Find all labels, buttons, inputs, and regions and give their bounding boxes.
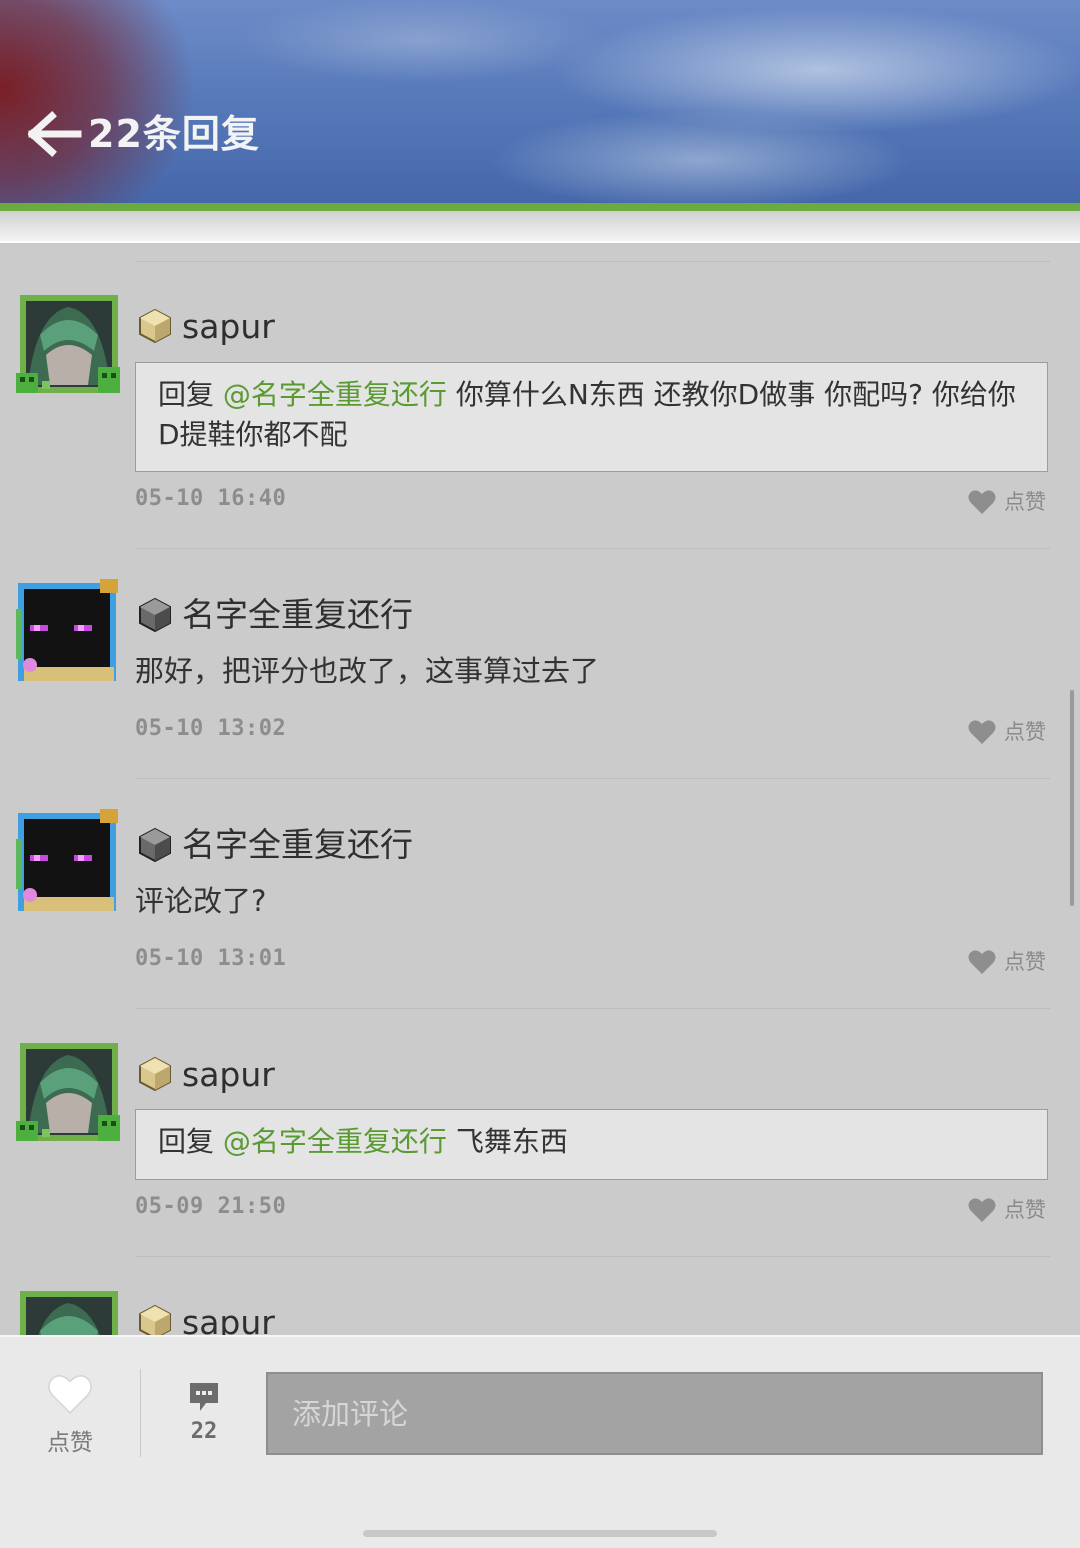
heart-icon [968, 950, 996, 974]
comment-count-button[interactable]: 22 [178, 1377, 230, 1447]
divider [135, 778, 1050, 779]
anime-girl-avatar[interactable] [16, 295, 120, 399]
anime-girl-avatar[interactable] [16, 1043, 120, 1147]
like-label: 点赞 [1004, 1198, 1046, 1222]
separator [140, 1369, 141, 1457]
post-like-label: 点赞 [47, 1430, 93, 1456]
scrollbar[interactable] [1070, 690, 1074, 906]
anime-girl-avatar[interactable] [16, 1291, 120, 1335]
gold-block-icon [139, 1304, 171, 1335]
like-label: 点赞 [1004, 720, 1046, 744]
comment-text: 回复 @名字全重复还行 你算什么N东西 还教你D做事 你配吗? 你给你D提鞋你都… [135, 362, 1048, 472]
header-shadow-bar [0, 211, 1080, 243]
like-button[interactable]: 点赞 [968, 716, 1052, 748]
username[interactable]: sapur [182, 305, 275, 349]
comment-timestamp: 05-10 13:01 [135, 946, 287, 971]
heart-icon [968, 490, 996, 514]
header-accent-bar [0, 203, 1080, 211]
comment-input[interactable] [266, 1372, 1043, 1455]
heart-icon [968, 720, 996, 744]
divider [135, 261, 1050, 262]
comment-count: 22 [190, 1419, 218, 1444]
header: 22条回复 [0, 0, 1080, 203]
comment-text: 回复 @名字全重复还行 飞舞东西 [135, 1109, 1048, 1180]
bottom-bar: 点赞 22 [0, 1335, 1080, 1548]
page-title: 22条回复 [88, 112, 260, 156]
reply-prefix: 回复 [158, 378, 215, 411]
mention-link[interactable]: @名字全重复还行 [223, 1125, 447, 1158]
comment-timestamp: 05-10 13:02 [135, 716, 287, 741]
stone-block-icon [139, 597, 171, 633]
username[interactable]: 名字全重复还行 [182, 823, 413, 867]
divider [135, 1008, 1050, 1009]
reply-body: 飞舞东西 [446, 1125, 568, 1158]
divider [135, 1256, 1050, 1257]
post-like-button[interactable]: 点赞 [30, 1367, 110, 1462]
reply-prefix: 回复 [158, 1125, 215, 1158]
username[interactable]: 名字全重复还行 [182, 593, 413, 637]
comment-text: 评论改了? [135, 884, 267, 918]
like-button[interactable]: 点赞 [968, 946, 1052, 978]
gold-block-icon [139, 1056, 171, 1092]
mention-link[interactable]: @名字全重复还行 [223, 378, 447, 411]
gold-block-icon [139, 308, 171, 344]
divider [135, 548, 1050, 549]
comment-list[interactable]: sapur 回复 @名字全重复还行 你算什么N东西 还教你D做事 你配吗? 你给… [0, 243, 1080, 1335]
speech-bubble-icon [190, 1383, 218, 1411]
home-indicator [363, 1530, 717, 1537]
like-button[interactable]: 点赞 [968, 1194, 1052, 1226]
stone-block-icon [139, 827, 171, 863]
comment-timestamp: 05-10 16:40 [135, 486, 287, 511]
back-arrow-icon[interactable] [27, 110, 82, 158]
enderman-avatar[interactable] [16, 579, 120, 683]
comment-timestamp: 05-09 21:50 [135, 1194, 287, 1219]
like-label: 点赞 [1004, 950, 1046, 974]
enderman-avatar[interactable] [16, 809, 120, 913]
comment-text: 那好，把评分也改了，这事算过去了 [135, 654, 600, 688]
heart-icon [48, 1374, 92, 1414]
username[interactable]: sapur [182, 1301, 275, 1335]
like-button[interactable]: 点赞 [968, 486, 1052, 518]
like-label: 点赞 [1004, 490, 1046, 514]
heart-icon [968, 1198, 996, 1222]
username[interactable]: sapur [182, 1053, 275, 1097]
